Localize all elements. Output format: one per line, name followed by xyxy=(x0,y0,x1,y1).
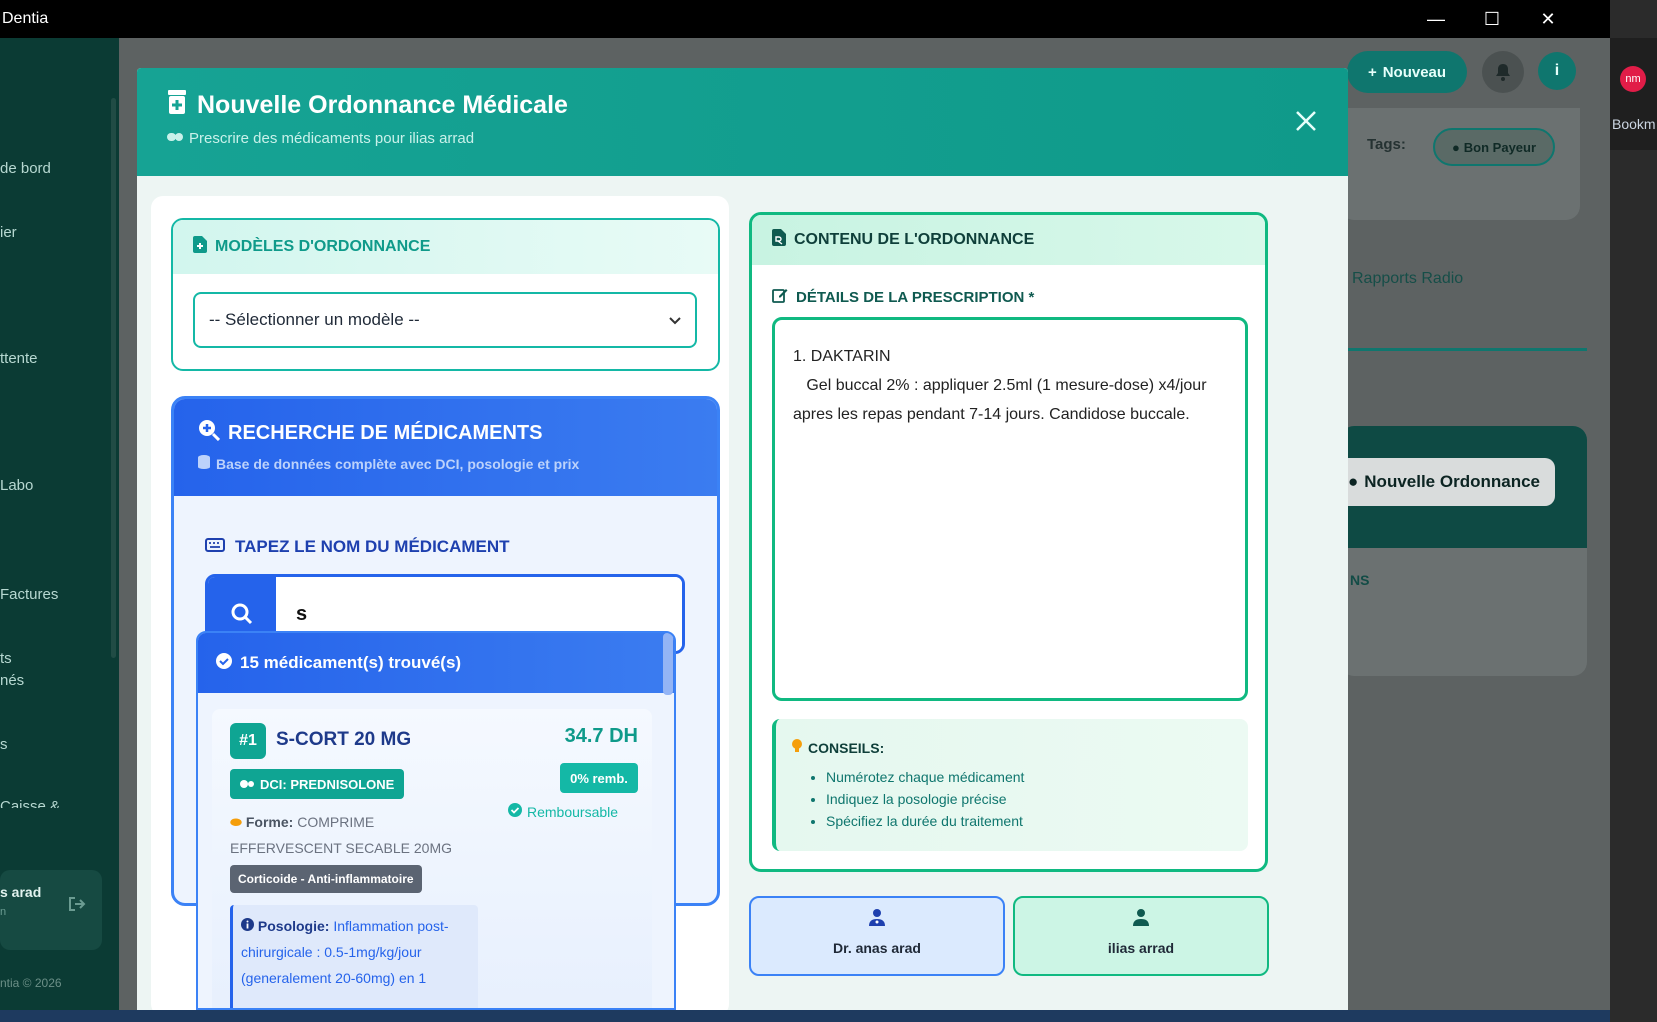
modal-close-icon[interactable] xyxy=(1295,108,1317,138)
sidebar-footer: ntia © 2026 xyxy=(0,976,62,990)
doctor-name: Dr. anas arad xyxy=(833,940,921,956)
user-avatar[interactable]: i xyxy=(1538,52,1576,90)
doctor-card: Dr. anas arad xyxy=(749,896,1005,976)
model-select-value: -- Sélectionner un modèle -- xyxy=(209,310,420,329)
nouvelle-ordonnance-button[interactable]: ● Nouvelle Ordonnance xyxy=(1340,458,1555,506)
medication-name: S-CORT 20 MG xyxy=(276,729,412,750)
sidebar-item-patients[interactable]: ts xyxy=(0,650,12,667)
database-icon xyxy=(198,455,210,472)
prescription-bottle-icon xyxy=(167,90,187,121)
conseils-title: CONSEILS: xyxy=(792,739,1232,756)
section-label: NS xyxy=(1350,572,1370,588)
info-circle-icon xyxy=(241,918,258,934)
result-rank-badge: #1 xyxy=(230,723,266,759)
modal-title: Nouvelle Ordonnance Médicale xyxy=(167,90,568,121)
patient-icon xyxy=(1015,908,1267,931)
therapeutic-class-badge: Corticoide - Anti-inflammatoire xyxy=(230,865,422,893)
window-title: Dentia xyxy=(2,10,49,27)
search-input-label: TAPEZ LE NOM DU MÉDICAMENT xyxy=(205,537,510,557)
logout-icon[interactable] xyxy=(68,896,86,917)
bookmarks-label[interactable]: Bookm xyxy=(1612,116,1656,132)
file-prescription-icon xyxy=(772,229,786,251)
profile-avatar[interactable]: nm xyxy=(1620,66,1646,92)
modal-subtitle: Prescrire des médicaments pour ilias arr… xyxy=(167,130,474,147)
browser-side-strip: nm Bookm xyxy=(1610,0,1657,1022)
sidebar-item-stats[interactable]: s xyxy=(0,736,8,753)
sidebar-item-archives[interactable]: nés xyxy=(0,672,24,689)
list-item: Numérotez chaque médicament xyxy=(826,766,1232,788)
edit-icon xyxy=(772,287,788,307)
sidebar-item-caisse[interactable]: Caisse & xyxy=(0,798,60,808)
tab-underline xyxy=(1340,348,1587,351)
doctor-icon xyxy=(751,908,1003,931)
plus-icon: + xyxy=(1367,63,1377,81)
sidebar-item-attente[interactable]: ttente xyxy=(0,350,38,367)
taskbar-edge xyxy=(0,1010,1610,1022)
search-heading-block: RECHERCHE DE MÉDICAMENTS Base de données… xyxy=(174,399,717,496)
models-card: MODÈLES D'ORDONNANCE -- Sélectionner un … xyxy=(171,218,720,371)
list-item: Indiquez la posologie précise xyxy=(826,788,1232,810)
capsules-icon: ⬬ xyxy=(230,814,242,830)
search-plus-icon xyxy=(198,419,221,447)
medication-result-card[interactable]: #1 S-CORT 20 MG 34.7 DH 0% remb. Rembour… xyxy=(212,709,652,1008)
search-results-panel: 15 médicament(s) trouvé(s) #1 S-CORT 20 … xyxy=(196,631,676,1010)
sidebar-item-dashboard[interactable]: de bord xyxy=(0,160,51,177)
tag-bon-payeur[interactable]: ● Bon Payeur xyxy=(1433,128,1555,166)
check-circle-icon: ● xyxy=(1451,139,1460,155)
posologie-box: Posologie: Inflammation post-chirurgical… xyxy=(230,905,478,1008)
window-close-button[interactable]: ✕ xyxy=(1520,0,1576,38)
window-titlebar: Dentia — ☐ ✕ xyxy=(0,0,1610,38)
model-select[interactable]: -- Sélectionner un modèle -- xyxy=(193,292,697,348)
conseils-list: Numérotez chaque médicament Indiquez la … xyxy=(792,766,1232,832)
content-heading: CONTENU DE L'ORDONNANCE xyxy=(752,215,1265,265)
sidebar-item-labo[interactable]: Labo xyxy=(0,477,33,494)
nouveau-button[interactable]: + Nouveau xyxy=(1347,51,1467,93)
user-name: s arad xyxy=(0,884,42,900)
tags-label: Tags: xyxy=(1367,136,1406,153)
list-item: Spécifiez la durée du traitement xyxy=(826,810,1232,832)
ordonnance-content-card: CONTENU DE L'ORDONNANCE DÉTAILS DE LA PR… xyxy=(749,212,1268,872)
notification-bell-icon[interactable] xyxy=(1482,51,1524,93)
conseils-box: CONSEILS: Numérotez chaque médicament In… xyxy=(772,719,1248,851)
tab-rapports-radio[interactable]: Rapports Radio xyxy=(1352,270,1463,288)
prescription-textarea[interactable]: 1. DAKTARIN Gel buccal 2% : appliquer 2.… xyxy=(772,317,1248,701)
file-medical-icon xyxy=(193,236,207,258)
nouveau-label: Nouveau xyxy=(1382,63,1447,81)
patient-card: ilias arrad xyxy=(1013,896,1269,976)
minimize-button[interactable]: — xyxy=(1408,0,1464,38)
medication-forme: ⬬ Forme: COMPRIME EFFERVESCENT SECABLE 2… xyxy=(230,814,452,856)
check-circle-icon xyxy=(508,803,522,820)
sidebar-item-dossier[interactable]: ier xyxy=(0,224,17,241)
pills-icon xyxy=(240,777,254,792)
results-heading: 15 médicament(s) trouvé(s) xyxy=(198,633,674,693)
user-card xyxy=(0,870,102,950)
dci-badge: DCI: PREDNISOLONE xyxy=(230,769,405,799)
pills-icon xyxy=(167,130,183,147)
lightbulb-icon xyxy=(792,739,802,756)
maximize-button[interactable]: ☐ xyxy=(1464,0,1520,38)
plus-circle-icon: ● xyxy=(1348,472,1359,491)
app-area: de bord ier ttente Labo Factures ts nés … xyxy=(0,38,1610,1010)
prescription-details-label: DÉTAILS DE LA PRESCRIPTION * xyxy=(772,287,1034,307)
sidebar: de bord ier ttente Labo Factures ts nés … xyxy=(0,38,119,1010)
search-subheading: Base de données complète avec DCI, posol… xyxy=(198,455,693,472)
results-scrollbar[interactable] xyxy=(663,633,673,695)
medication-price: 34.7 DH xyxy=(564,725,638,747)
sidebar-scrollbar[interactable] xyxy=(111,98,116,658)
models-heading: MODÈLES D'ORDONNANCE xyxy=(173,220,718,274)
user-role: n xyxy=(0,906,7,918)
patient-name: ilias arrad xyxy=(1107,940,1175,956)
search-heading: RECHERCHE DE MÉDICAMENTS xyxy=(198,419,693,447)
check-circle-icon xyxy=(216,652,232,674)
keyboard-icon xyxy=(205,537,225,557)
modal-header: Nouvelle Ordonnance Médicale Prescrire d… xyxy=(137,68,1348,176)
chevron-down-icon xyxy=(669,310,681,330)
reimbursable-status: Remboursable xyxy=(508,803,618,820)
sidebar-item-factures[interactable]: Factures xyxy=(0,586,58,603)
reimbursement-rate-badge: 0% remb. xyxy=(560,763,638,793)
